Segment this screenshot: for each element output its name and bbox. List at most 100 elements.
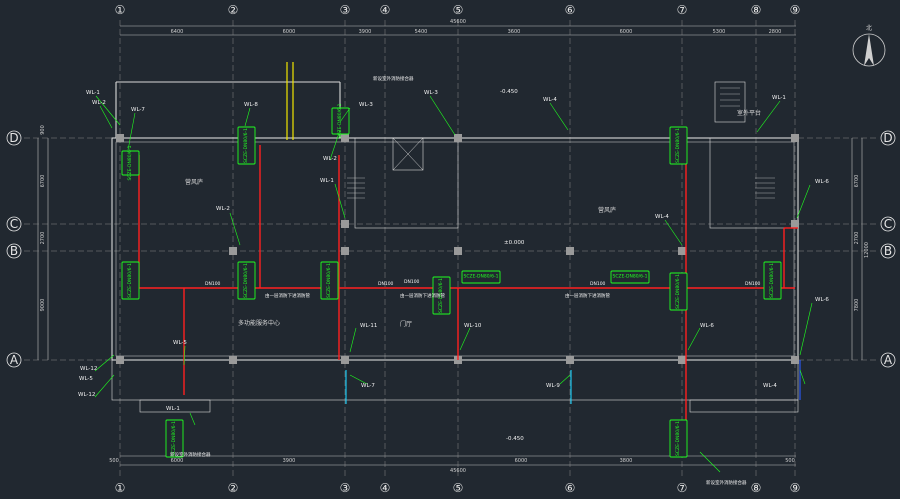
hydrant-cabinet[interactable]: SCZE-DN80/6-1 — [165, 419, 184, 458]
hydrant-cabinet[interactable]: SCZE-DN80/6-1 — [669, 272, 688, 311]
note-left-mid: 由一层消防下进消防管 — [265, 292, 310, 299]
hydrant-cabinet[interactable]: SCZE-DN80/6-1 — [669, 126, 688, 165]
floor-plan-svg: SCZE-DN80/6-1 SCZE-DN80/6-1 SCZE-DN80/6-1 S… — [6, 3, 896, 495]
pipe-label[interactable]: WL-2 — [216, 206, 230, 212]
cabinet-tag: SCZE-DN80/6-1 — [243, 263, 249, 298]
hydrant-cabinet[interactable]: SCZE-DN80/6-1 — [237, 126, 256, 165]
axis-column-label: ② — [228, 3, 239, 17]
cabinet-tag: SCZE-DN80/6-1 — [464, 274, 499, 280]
pipe-label[interactable]: WL-6 — [815, 297, 829, 303]
pipe-label[interactable]: WL-1 — [166, 406, 180, 412]
pipe-label[interactable]: WL-1 — [772, 95, 786, 101]
axis-column-label: ⑧ — [751, 3, 762, 17]
column — [566, 356, 574, 364]
note-bottom-left: 新设室外消防接合器 — [170, 451, 211, 458]
dimension-bottom: 3800 — [620, 458, 633, 464]
pipe-label[interactable]: WL-12 — [78, 392, 95, 398]
pipe-label[interactable]: WL-3 — [359, 102, 373, 108]
cabinet-tag: SCZE-DN80/6-1 — [675, 128, 681, 163]
cad-drawing-canvas[interactable]: SCZE-DN80/6-1 SCZE-DN80/6-1 SCZE-DN80/6-1 S… — [0, 0, 900, 499]
pipe-label[interactable]: WL-9 — [546, 383, 560, 389]
pipe-label[interactable]: WL-6 — [700, 323, 714, 329]
axis-column-label: ③ — [340, 3, 351, 17]
hydrant-cabinet[interactable]: SCZE-DN80/6-1 — [610, 270, 650, 284]
pipe-label[interactable]: WL-1 — [320, 178, 334, 184]
hydrant-cabinet[interactable]: SCZE-DN80/6-1 — [461, 270, 501, 284]
pipe-size: DN100 — [378, 281, 394, 287]
axis-column-label: ④ — [380, 481, 391, 495]
column — [341, 220, 349, 228]
pipe-label[interactable]: WL-4 — [543, 97, 557, 103]
pipe-label[interactable]: WL-7 — [361, 383, 375, 389]
axis-column-label: ② — [228, 481, 239, 495]
dimension-top: 6000 — [283, 29, 296, 35]
cabinet-tag: SCZE-DN80/6-1 — [613, 274, 648, 280]
column — [566, 247, 574, 255]
hydrant-cabinet[interactable]: SCZE-DN80/6-1 — [320, 261, 339, 300]
note-mid: 由一层消防下进消防管 — [400, 292, 445, 299]
hydrant-cabinet[interactable]: SCZE-DN80/6-1 — [237, 261, 256, 300]
dimension-texts: 45600 6400 6000 3900 5400 3600 6000 5300 2800 456… — [40, 19, 870, 474]
pipe-label[interactable]: WL-5 — [79, 376, 93, 382]
dimension-top: 3900 — [359, 29, 372, 35]
cabinet-tag: SCZE-DN80/6-1 — [171, 421, 177, 456]
dimension-right: 7800 — [854, 299, 860, 312]
cabinet-tag: SCZE-DN80/6-1 — [769, 263, 775, 298]
pipe-label[interactable]: WL-7 — [131, 107, 145, 113]
hydrant-cabinet[interactable]: SCZE-DN80/6-1 — [763, 261, 782, 300]
axis-row-label: D — [883, 131, 892, 145]
pipe-label[interactable]: WL-2 — [92, 100, 106, 106]
hydrant-cabinet[interactable]: SCZE-DN80/6-1 — [669, 419, 688, 458]
column — [791, 220, 799, 228]
dimension-left: 9000 — [40, 299, 46, 312]
pipe-label[interactable]: WL-4 — [655, 214, 669, 220]
column — [454, 134, 462, 142]
north-compass: 北 — [852, 24, 886, 67]
hydrant-cabinet[interactable]: SCZE-DN80/6-1 — [121, 145, 140, 180]
pipe-label[interactable]: WL-6 — [815, 179, 829, 185]
room-name: 室外平台 — [737, 109, 761, 117]
note-top: 新设室外消防接合器 — [373, 75, 414, 82]
column — [116, 356, 124, 364]
cabinet-tag: SCZE-DN80/6-1 — [326, 263, 332, 298]
dimension-right: 2700 — [854, 232, 860, 245]
dimension-left: 2700 — [40, 232, 46, 245]
pipe-size: DN100 — [745, 281, 761, 287]
dimension-top: 3600 — [508, 29, 521, 35]
column — [678, 356, 686, 364]
axis-row-label: C — [10, 217, 18, 231]
cabinet-tag: SCZE-DN80/6-1 — [675, 421, 681, 456]
pipe-label[interactable]: WL-11 — [360, 323, 377, 329]
axis-column-label: ⑧ — [751, 481, 762, 495]
pipe-label[interactable]: WL-5 — [173, 340, 187, 346]
axis-column-label: ⑦ — [677, 3, 688, 17]
pipe-size: DN100 — [205, 281, 221, 287]
axis-column-label: ⑦ — [677, 481, 688, 495]
pipe-label[interactable]: WL-3 — [424, 90, 438, 96]
dimension-bottom: 500 — [785, 458, 795, 464]
axis-column-label: ⑤ — [453, 481, 464, 495]
pipe-label[interactable]: WL-10 — [464, 323, 482, 329]
drain-lines — [345, 360, 801, 404]
pipe-label[interactable]: WL-8 — [244, 102, 258, 108]
cabinet-tag: SCZE-DN80/6-1 — [675, 274, 681, 309]
pipe-label[interactable]: WL-1 — [86, 90, 100, 96]
room-name: 门厅 — [400, 320, 412, 328]
axis-column-label: ① — [115, 481, 126, 495]
elevation-bottom: -0.450 — [506, 436, 524, 442]
pipe-label[interactable]: WL-2 — [323, 156, 337, 162]
column — [116, 134, 124, 142]
dimension-bottom: 500 — [109, 458, 119, 464]
axis-column-label: ⑨ — [790, 481, 801, 495]
dimension-top: 6000 — [620, 29, 633, 35]
fire-pipe-network — [130, 140, 798, 430]
hydrant-cabinet[interactable]: SCZE-DN80/6-1 — [121, 261, 140, 300]
pipe-size: DN100 — [590, 281, 606, 287]
column — [341, 356, 349, 364]
column — [791, 134, 799, 142]
axis-column-label: ⑤ — [453, 3, 464, 17]
elevation-mid: ±0.000 — [504, 240, 525, 246]
pipe-label[interactable]: WL-4 — [763, 383, 777, 389]
axis-row-label: C — [884, 217, 892, 231]
pipe-label[interactable]: WL-12 — [80, 366, 97, 372]
